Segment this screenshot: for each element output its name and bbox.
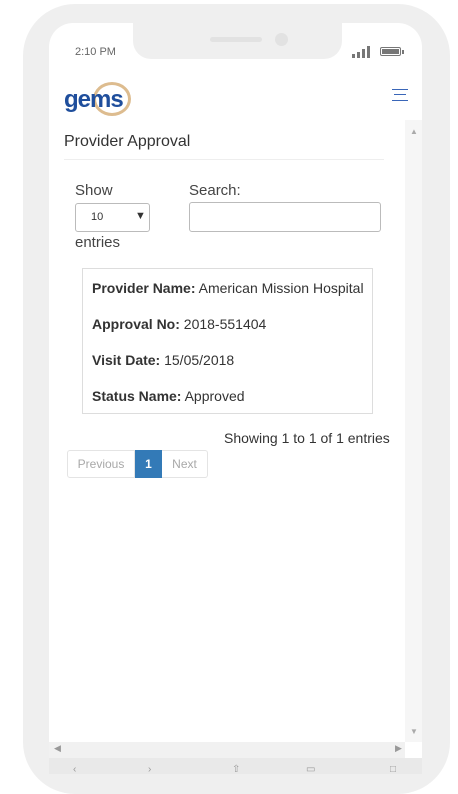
next-page-button[interactable]: Next [162, 450, 208, 478]
provider-name-row: Provider Name: American Mission Hospital [92, 280, 364, 296]
scroll-down-arrow-icon[interactable]: ▼ [410, 727, 418, 736]
scroll-up-arrow-icon[interactable]: ▲ [410, 127, 418, 136]
pagination: Previous 1 Next [67, 450, 208, 478]
gems-logo[interactable]: gems [64, 82, 134, 118]
visit-date-label: Visit Date: [92, 352, 161, 368]
table-info: Showing 1 to 1 of 1 entries [224, 430, 390, 446]
bookmarks-icon[interactable]: ▭ [306, 764, 315, 775]
status-name-label: Status Name: [92, 388, 182, 404]
signal-icon [352, 46, 374, 58]
page-title: Provider Approval [64, 133, 191, 150]
speaker-grille [210, 37, 262, 42]
battery-tip [402, 50, 404, 54]
length-value: 10 [91, 211, 104, 223]
hamburger-menu-icon[interactable] [392, 88, 408, 102]
search-input[interactable] [189, 202, 381, 232]
entries-label: entries [75, 234, 121, 251]
provider-name-label: Provider Name: [92, 280, 196, 296]
horizontal-scrollbar[interactable] [49, 742, 405, 758]
entries-length-select[interactable]: 10 ▼ [75, 203, 150, 232]
approval-no-row: Approval No: 2018-551404 [92, 316, 266, 332]
page-1-button[interactable]: 1 [135, 450, 162, 478]
previous-page-button[interactable]: Previous [67, 450, 135, 478]
share-icon[interactable]: ⇧ [232, 764, 240, 775]
battery-icon [380, 47, 401, 56]
approval-no-value: 2018-551404 [183, 316, 267, 332]
forward-nav-icon[interactable]: › [148, 764, 151, 775]
tabs-icon[interactable]: □ [390, 764, 396, 775]
dropdown-caret-icon: ▼ [135, 210, 146, 222]
scroll-left-arrow-icon[interactable]: ◀ [54, 743, 61, 754]
status-name-value: Approved [184, 388, 245, 404]
show-label: Show [75, 182, 113, 199]
provider-name-value: American Mission Hospital [198, 280, 364, 296]
record-card: Provider Name: American Mission Hospital… [82, 268, 373, 414]
status-name-row: Status Name: Approved [92, 388, 245, 404]
scroll-right-arrow-icon[interactable]: ▶ [395, 743, 402, 754]
search-label: Search: [189, 182, 241, 199]
back-nav-icon[interactable]: ‹ [73, 764, 76, 775]
approval-no-label: Approval No: [92, 316, 180, 332]
visit-date-row: Visit Date: 15/05/2018 [92, 352, 234, 368]
vertical-scrollbar[interactable] [405, 120, 422, 742]
visit-date-value: 15/05/2018 [164, 352, 235, 368]
status-time: 2:10 PM [75, 46, 116, 58]
title-divider [64, 159, 384, 160]
logo-text: gems [64, 86, 124, 113]
front-camera [275, 33, 288, 46]
